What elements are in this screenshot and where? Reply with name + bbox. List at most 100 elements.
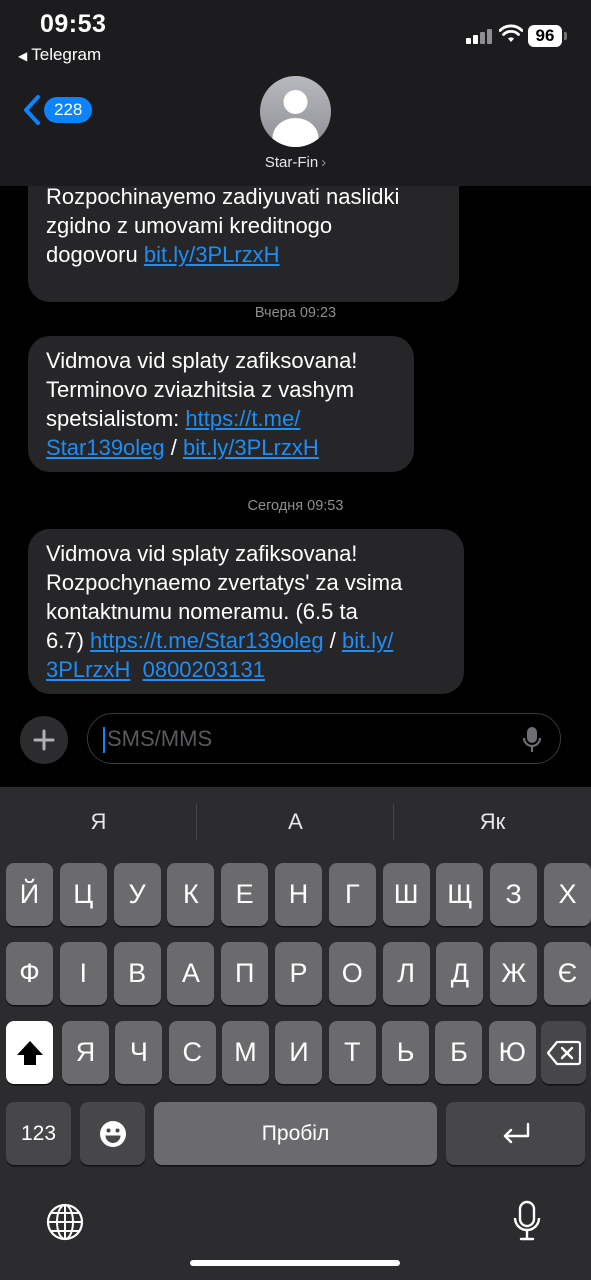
- key-row3-4[interactable]: И: [275, 1021, 323, 1084]
- plus-icon: [33, 729, 55, 751]
- contact-name[interactable]: Star-Fin ›: [0, 154, 591, 171]
- backspace-key[interactable]: [541, 1021, 586, 1084]
- message-link[interactable]: 0800203131: [143, 657, 265, 682]
- message-text: dogovoru: [46, 242, 144, 267]
- key-row3-2[interactable]: С: [168, 1021, 216, 1084]
- shift-icon: [16, 1041, 43, 1065]
- globe-icon[interactable]: [45, 1202, 85, 1242]
- key-row1-6[interactable]: Г: [328, 863, 376, 926]
- message-text: 6.7): [46, 628, 91, 653]
- battery-tip: [564, 32, 567, 40]
- message-link[interactable]: bit.ly/3PLrzxH: [183, 435, 319, 460]
- text-caret: [103, 727, 105, 753]
- contact-name-label: Star-Fin: [264, 154, 319, 171]
- suggestion-1[interactable]: Я: [0, 809, 197, 835]
- status-bar: 09:53 ◀ Telegram 96: [0, 0, 591, 80]
- message-link[interactable]: bit.ly/3PLrzxH: [144, 242, 280, 267]
- key-row1-10[interactable]: Х: [544, 863, 591, 926]
- key-row2-1[interactable]: І: [59, 942, 107, 1005]
- contact-avatar-icon[interactable]: [260, 76, 331, 147]
- key-row2-3[interactable]: А: [167, 942, 215, 1005]
- key-row2-9[interactable]: Ж: [490, 942, 538, 1005]
- message-input[interactable]: SMS/MMS: [87, 713, 561, 764]
- message-bubble[interactable]: Vidmova vid splaty zafiksovana! Terminov…: [28, 336, 414, 472]
- message-text: /: [323, 628, 342, 653]
- key-row2-7[interactable]: Л: [382, 942, 430, 1005]
- unread-count-badge: 228: [44, 97, 93, 123]
- back-to-app-link[interactable]: ◀ Telegram: [18, 45, 101, 65]
- back-button[interactable]: 228: [20, 94, 95, 128]
- timestamp: Вчера 09:23: [254, 305, 337, 321]
- status-time: 09:53: [40, 10, 107, 38]
- message-line: Vidmova vid splaty zafiksovana!: [46, 348, 358, 373]
- message-line: Rozpochynaemo zvertatys' za vsima: [46, 570, 403, 595]
- key-row1-8[interactable]: Щ: [436, 863, 484, 926]
- back-app-label: Telegram: [31, 45, 102, 64]
- message-line: kontaktnumu nomeramu. (6.5 ta: [46, 599, 358, 624]
- message-text: /: [164, 435, 183, 460]
- back-chevron-icon: [24, 95, 40, 125]
- key-row3-0[interactable]: Я: [62, 1021, 109, 1084]
- return-icon: [503, 1122, 529, 1144]
- key-row3-7[interactable]: Б: [435, 1021, 483, 1084]
- wifi-icon: [499, 24, 523, 42]
- key-row2-8[interactable]: Д: [436, 942, 484, 1005]
- message-link[interactable]: https://t.me/Star139oleg: [90, 628, 324, 653]
- key-row1-9[interactable]: З: [490, 863, 538, 926]
- message-link[interactable]: bit.ly/: [342, 628, 393, 653]
- signal-icon: [466, 28, 494, 44]
- key-row3-3[interactable]: М: [222, 1021, 270, 1084]
- keyboard: Я А Як ЙЦУКЕНГШЩЗХ ФІВАПРОЛДЖЄ ЯЧСМИТЬБЮ…: [0, 787, 591, 1280]
- message-link[interactable]: Star139oleg: [46, 435, 165, 460]
- message-line: Rozpochinayemo zadiyuvati naslidki: [46, 184, 400, 209]
- backspace-icon: [546, 1040, 581, 1066]
- message-line: zgidno z umovami kreditnogo: [46, 213, 333, 238]
- emoji-icon: [99, 1121, 126, 1147]
- key-row3-1[interactable]: Ч: [115, 1021, 163, 1084]
- message-line: Terminovo zviazhitsia z vashym: [46, 377, 355, 402]
- numbers-key[interactable]: 123: [6, 1102, 71, 1165]
- key-row1-0[interactable]: Й: [6, 863, 53, 926]
- suggestion-3[interactable]: Як: [394, 809, 591, 835]
- shift-key[interactable]: [6, 1021, 53, 1084]
- key-row3-5[interactable]: Т: [328, 1021, 376, 1084]
- microphone-icon[interactable]: [522, 726, 542, 754]
- key-row2-5[interactable]: Р: [275, 942, 322, 1005]
- conversation-header: 228 Star-Fin ›: [0, 76, 591, 186]
- message-line: dogovoru bit.ly/3PLrzxH: [46, 240, 441, 269]
- message-line: spetsialistom: https://t.me/: [46, 404, 396, 433]
- key-row1-7[interactable]: Ш: [382, 863, 430, 926]
- dictation-icon[interactable]: [512, 1200, 542, 1242]
- back-triangle-icon: ◀: [18, 49, 28, 63]
- key-row2-6[interactable]: О: [328, 942, 376, 1005]
- key-row1-1[interactable]: Ц: [59, 863, 107, 926]
- message-link[interactable]: 3PLrzxH: [46, 657, 130, 682]
- key-row3-8[interactable]: Ю: [488, 1021, 536, 1084]
- space-key[interactable]: Пробіл: [154, 1102, 437, 1165]
- home-indicator[interactable]: [190, 1260, 400, 1266]
- key-row2-0[interactable]: Ф: [6, 942, 53, 1005]
- message-line: 3PLrzxH 0800203131: [46, 655, 446, 684]
- message-link[interactable]: https://t.me/: [185, 406, 300, 431]
- battery-indicator: 96: [528, 25, 562, 47]
- message-input-placeholder: SMS/MMS: [107, 726, 213, 751]
- message-bubble[interactable]: Vidmova vid splaty zafiksovana! Rozpochy…: [28, 529, 464, 694]
- key-row2-2[interactable]: В: [113, 942, 161, 1005]
- key-row1-4[interactable]: Е: [221, 863, 269, 926]
- key-row3-6[interactable]: Ь: [382, 1021, 430, 1084]
- key-row1-5[interactable]: Н: [275, 863, 322, 926]
- timestamp: Сегодня 09:53: [247, 498, 344, 514]
- attach-button[interactable]: [20, 716, 68, 764]
- emoji-key[interactable]: [80, 1102, 145, 1165]
- suggestion-2[interactable]: А: [197, 809, 394, 835]
- message-line: Vidmova vid splaty zafiksovana!: [46, 541, 358, 566]
- message-text: [130, 657, 142, 682]
- key-row1-2[interactable]: У: [113, 863, 161, 926]
- message-text: spetsialistom:: [46, 406, 186, 431]
- key-row2-4[interactable]: П: [221, 942, 269, 1005]
- key-row1-3[interactable]: К: [167, 863, 215, 926]
- message-line: 6.7) https://t.me/Star139oleg / bit.ly/: [46, 626, 446, 655]
- key-row2-10[interactable]: Є: [544, 942, 591, 1005]
- contact-details-chevron-icon: ›: [321, 154, 327, 171]
- return-key[interactable]: [446, 1102, 585, 1165]
